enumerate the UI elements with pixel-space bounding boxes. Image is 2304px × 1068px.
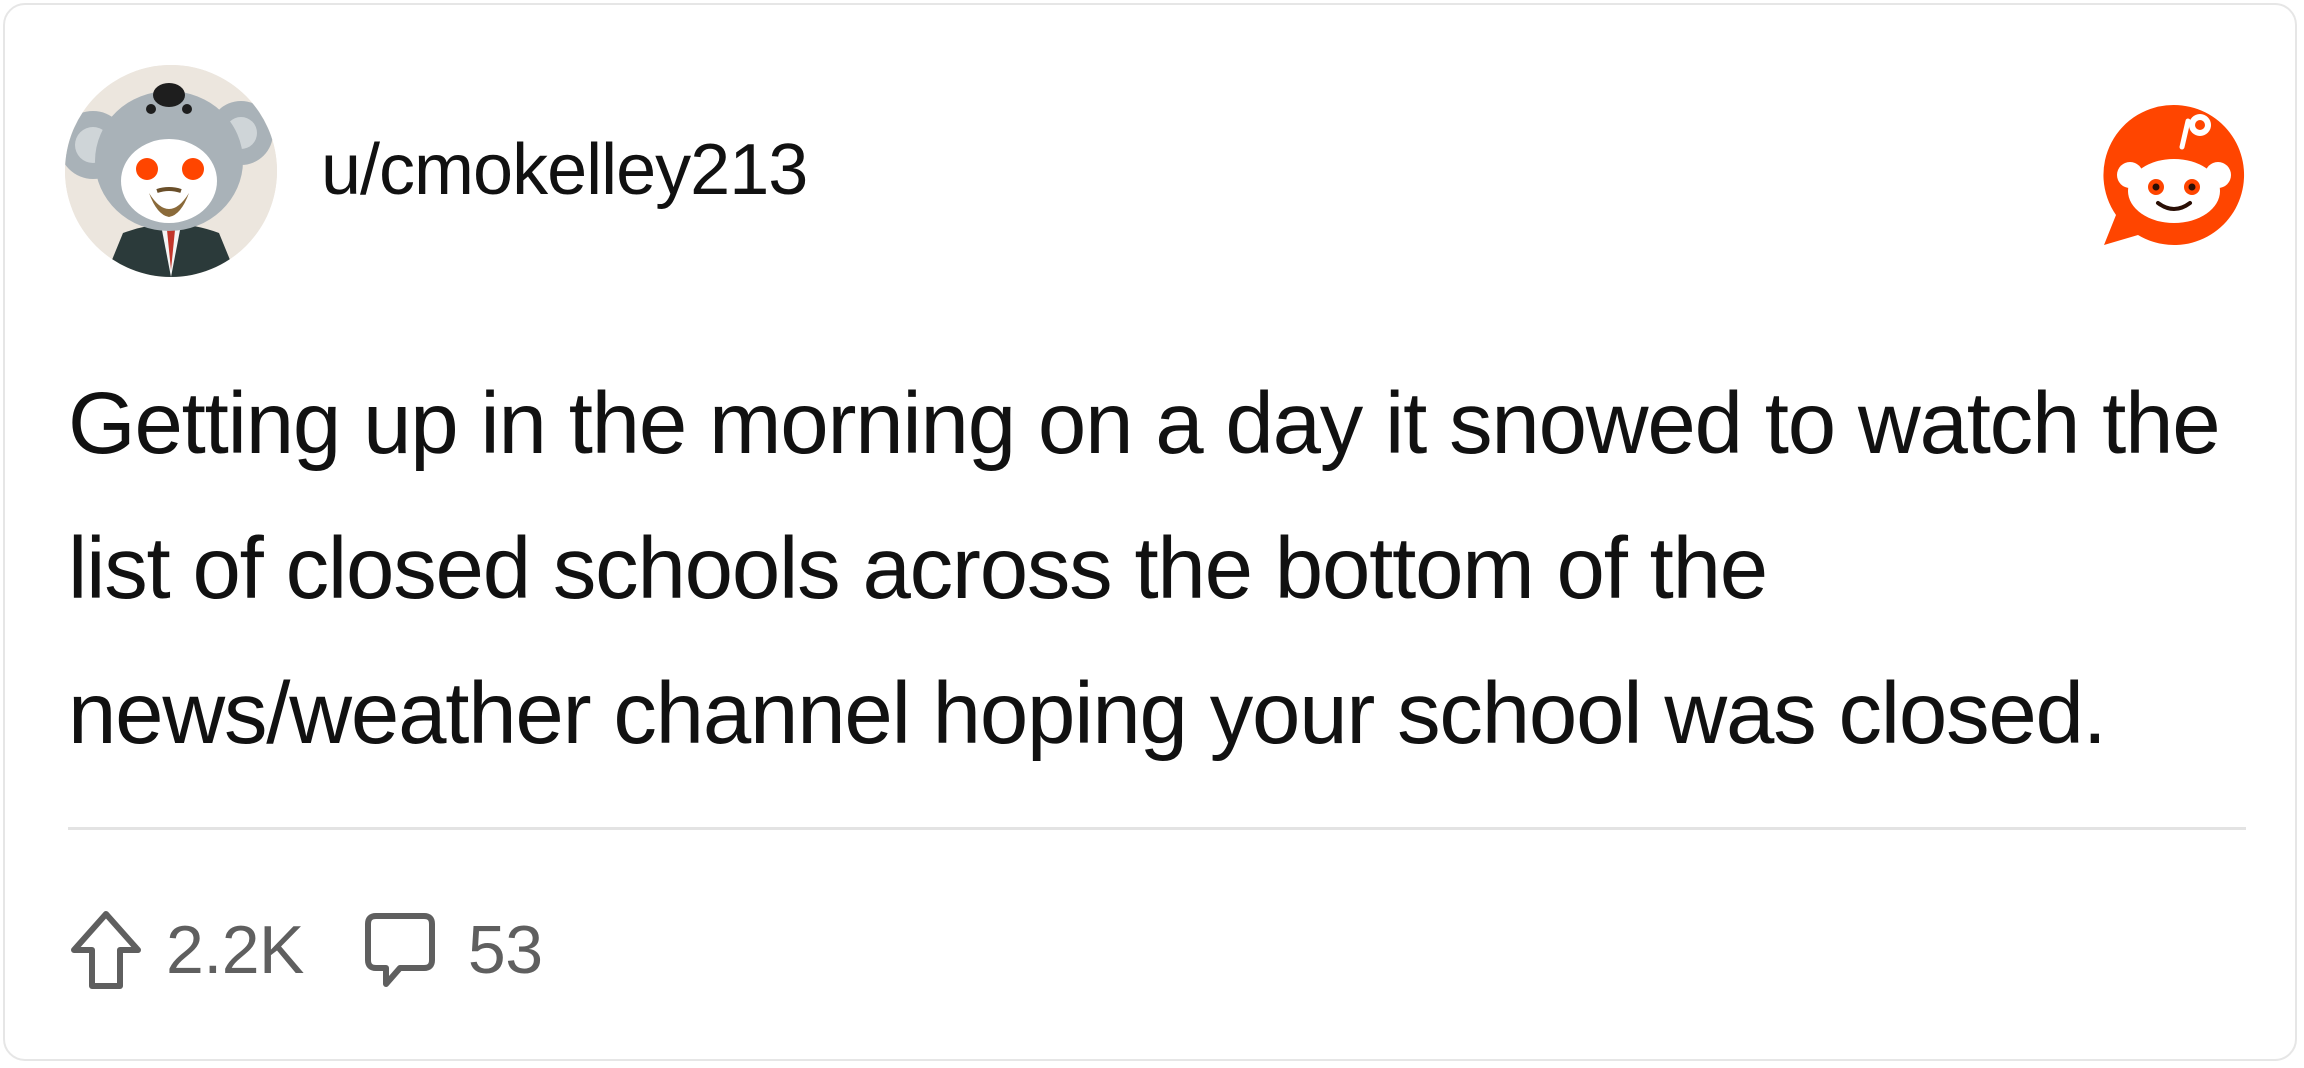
upvote-button[interactable]: 2.2K bbox=[68, 908, 304, 992]
user-avatar[interactable] bbox=[65, 65, 277, 277]
koala-snoo-avatar-icon bbox=[65, 65, 277, 277]
post-footer: 2.2K 53 bbox=[68, 905, 543, 995]
divider bbox=[68, 827, 2246, 830]
post-author-username[interactable]: u/cmokelley213 bbox=[321, 125, 808, 215]
comment-bubble-icon bbox=[364, 913, 435, 987]
upvote-arrow-icon bbox=[71, 911, 141, 989]
post-body-text: Getting up in the morning on a day it sn… bbox=[68, 375, 2221, 762]
comments-button[interactable]: 53 bbox=[304, 910, 543, 990]
upvote-count: 2.2K bbox=[166, 912, 304, 988]
reddit-logo-icon bbox=[2098, 101, 2250, 249]
comment-count: 53 bbox=[467, 912, 543, 988]
post-card: u/cmokelley213 Getting up in the morning… bbox=[3, 3, 2297, 1061]
